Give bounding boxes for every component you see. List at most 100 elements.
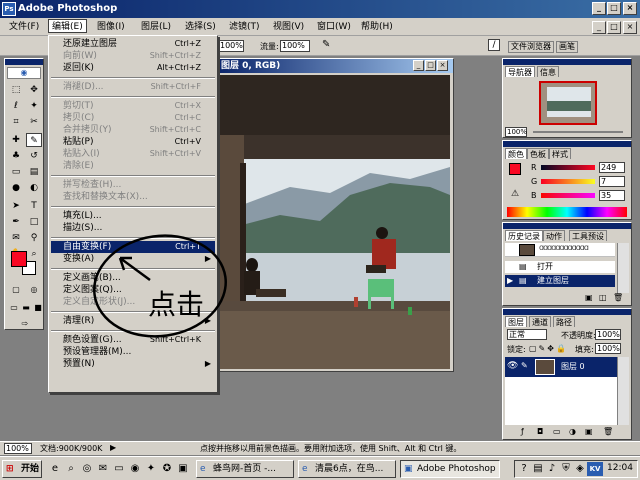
crop-tool-icon[interactable]: ⌗ xyxy=(8,115,24,129)
tab-color[interactable]: 颜色 xyxy=(505,148,527,159)
opacity-field[interactable]: 100% xyxy=(595,329,621,340)
history-item-open[interactable]: ▤ 打开 xyxy=(505,261,615,273)
menu-item-paste-into[interactable]: 粘贴入(I) Shift+Ctrl+V xyxy=(51,148,215,160)
tab-layers[interactable]: 图层 xyxy=(505,316,527,327)
notes-tool-icon[interactable]: ✉ xyxy=(8,231,24,245)
menu-file[interactable]: 文件(F) xyxy=(6,20,42,34)
jump-to-imageready-icon[interactable]: ⇨ xyxy=(17,317,33,331)
layer-row[interactable]: 👁 ✎ 图层 0 xyxy=(505,357,629,377)
quicklaunch-globe-icon[interactable]: ◎ xyxy=(80,462,94,476)
tab-paths[interactable]: 路径 xyxy=(553,316,575,327)
r-slider[interactable] xyxy=(541,165,595,170)
menu-help[interactable]: 帮助(H) xyxy=(358,20,396,34)
quicklaunch-app-icon[interactable]: ✦ xyxy=(144,462,158,476)
menu-select[interactable]: 选择(S) xyxy=(182,20,219,34)
tray-network-icon[interactable]: ▤ xyxy=(531,462,545,476)
menu-item-fade[interactable]: 消褪(D)... Shift+Ctrl+F xyxy=(51,81,215,93)
menu-item-copy-merged[interactable]: 合并拷贝(Y) Shift+Ctrl+C xyxy=(51,124,215,136)
healing-brush-icon[interactable]: ✚ xyxy=(8,133,24,147)
menu-image[interactable]: 图像(I) xyxy=(94,20,128,34)
g-value-field[interactable]: 7 xyxy=(599,176,625,187)
quicklaunch-search-icon[interactable]: ⌕ xyxy=(64,462,78,476)
status-arrow-icon[interactable]: ▶ xyxy=(110,443,116,452)
history-brush-icon[interactable]: ↺ xyxy=(26,149,42,163)
quicklaunch-media-icon[interactable]: ◉ xyxy=(128,462,142,476)
task-fengniao-home[interactable]: e 蜂鸟网-首页 -... xyxy=(196,460,294,478)
menu-item-spell-check[interactable]: 拼写检查(H)... xyxy=(51,179,215,191)
color-spectrum-bar[interactable] xyxy=(507,207,627,217)
lock-options-icon[interactable]: ▢✎✥🔒 xyxy=(529,344,568,353)
standard-mode-icon[interactable]: ▢ xyxy=(8,283,24,297)
tab-actions[interactable]: 动作 xyxy=(543,230,565,241)
flow-field[interactable]: 100% xyxy=(280,40,310,52)
tab-channels[interactable]: 通道 xyxy=(529,316,551,327)
navigator-zoom-field[interactable]: 100% xyxy=(505,127,527,137)
g-slider[interactable] xyxy=(541,179,595,184)
tab-info[interactable]: 信息 xyxy=(537,66,559,77)
navigator-thumbnail[interactable] xyxy=(539,81,597,125)
menu-item-cut[interactable]: 剪切(T) Ctrl+X xyxy=(51,100,215,112)
zoom-field[interactable]: 100% xyxy=(218,40,244,52)
layers-scrollbar[interactable] xyxy=(617,357,629,425)
pen-tool-icon[interactable]: ✒ xyxy=(8,215,24,229)
tray-help-icon[interactable]: ? xyxy=(517,462,531,476)
menu-item-copy[interactable]: 拷贝(C) Ctrl+C xyxy=(51,112,215,124)
gradient-tool-icon[interactable]: ▤ xyxy=(26,165,42,179)
menu-item-step-backward[interactable]: 返回(K) Alt+Ctrl+Z xyxy=(51,62,215,74)
image-minimize-button[interactable]: _ xyxy=(413,60,424,71)
gamut-warning-icon[interactable]: ⚠ xyxy=(511,189,519,199)
new-document-icon[interactable]: ▣ xyxy=(585,293,593,302)
new-set-icon[interactable]: ▭ xyxy=(553,427,561,436)
fill-field[interactable]: 100% xyxy=(595,343,621,354)
tab-history[interactable]: 历史记录 xyxy=(505,230,543,241)
start-button[interactable]: ⊞ 开始 xyxy=(2,460,42,478)
tab-navigator[interactable]: 导航器 xyxy=(505,66,535,77)
zoom-tool-icon[interactable]: ⌕ xyxy=(26,247,42,261)
photo-canvas[interactable] xyxy=(220,75,450,369)
brush-preset-icon[interactable]: / xyxy=(488,39,500,51)
adobe-online-icon[interactable]: ◉ xyxy=(7,67,41,79)
history-snapshot[interactable]: ɑɑɑɑɑɑɑɑɑɑɑɑ xyxy=(505,243,615,257)
tray-shield-icon[interactable]: ⛨ xyxy=(559,462,573,476)
visibility-eye-icon[interactable]: 👁 xyxy=(507,361,518,371)
clone-stamp-icon[interactable]: ♣ xyxy=(8,149,24,163)
quicklaunch-ie-icon[interactable]: e xyxy=(48,462,62,476)
eyedropper-icon[interactable]: ⚲ xyxy=(26,231,42,245)
image-maximize-button[interactable]: □ xyxy=(425,60,436,71)
task-morning-post[interactable]: e 清晨6点，在鸟... xyxy=(298,460,396,478)
add-mask-icon[interactable]: ◘ xyxy=(537,427,543,436)
history-scrollbar[interactable] xyxy=(617,243,629,293)
delete-layer-icon[interactable]: 🗑 xyxy=(603,427,613,436)
tab-tool-presets[interactable]: 工具预设 xyxy=(569,230,607,241)
foreground-color-swatch[interactable] xyxy=(11,251,27,267)
type-tool-icon[interactable]: T xyxy=(26,199,42,213)
shape-tool-icon[interactable]: □ xyxy=(26,215,42,229)
clock[interactable]: 12:04 xyxy=(607,463,633,473)
delete-history-icon[interactable]: 🗑 xyxy=(613,293,623,302)
file-browser-tab[interactable]: 文件浏览器 xyxy=(508,41,554,53)
magic-wand-icon[interactable]: ✦ xyxy=(26,99,42,113)
screen-mode-3-icon[interactable]: ■ xyxy=(30,301,46,315)
kv-antivirus-icon[interactable]: KV xyxy=(587,462,603,476)
doc-close-button[interactable]: × xyxy=(623,21,637,34)
task-photoshop[interactable]: ▣ Adobe Photoshop xyxy=(400,460,500,478)
menu-item-paste[interactable]: 粘贴(P) Ctrl+V xyxy=(51,136,215,148)
menu-layer[interactable]: 图层(L) xyxy=(138,20,174,34)
slice-tool-icon[interactable]: ✂ xyxy=(26,115,42,129)
blur-tool-icon[interactable]: ● xyxy=(8,181,24,195)
menu-window[interactable]: 窗口(W) xyxy=(314,20,354,34)
layer-name[interactable]: 图层 0 xyxy=(561,361,585,372)
menu-item-find-replace[interactable]: 查找和替换文本(X)... xyxy=(51,191,215,203)
menu-filter[interactable]: 滤镜(T) xyxy=(226,20,263,34)
airbrush-icon[interactable]: ✎ xyxy=(322,39,330,50)
quick-mask-icon[interactable]: ◎ xyxy=(26,283,42,297)
color-foreground-swatch[interactable] xyxy=(509,163,521,175)
adjustment-layer-icon[interactable]: ◑ xyxy=(569,427,576,436)
menu-item-clear[interactable]: 清除(E) xyxy=(51,160,215,172)
close-button[interactable]: × xyxy=(623,2,637,15)
add-style-icon[interactable]: ƒ xyxy=(521,427,524,436)
move-tool-icon[interactable]: ✥ xyxy=(26,83,42,97)
blend-mode-select[interactable]: 正常 xyxy=(507,329,547,340)
maximize-button[interactable]: □ xyxy=(607,2,621,15)
marquee-tool-icon[interactable]: ⬚ xyxy=(8,83,24,97)
